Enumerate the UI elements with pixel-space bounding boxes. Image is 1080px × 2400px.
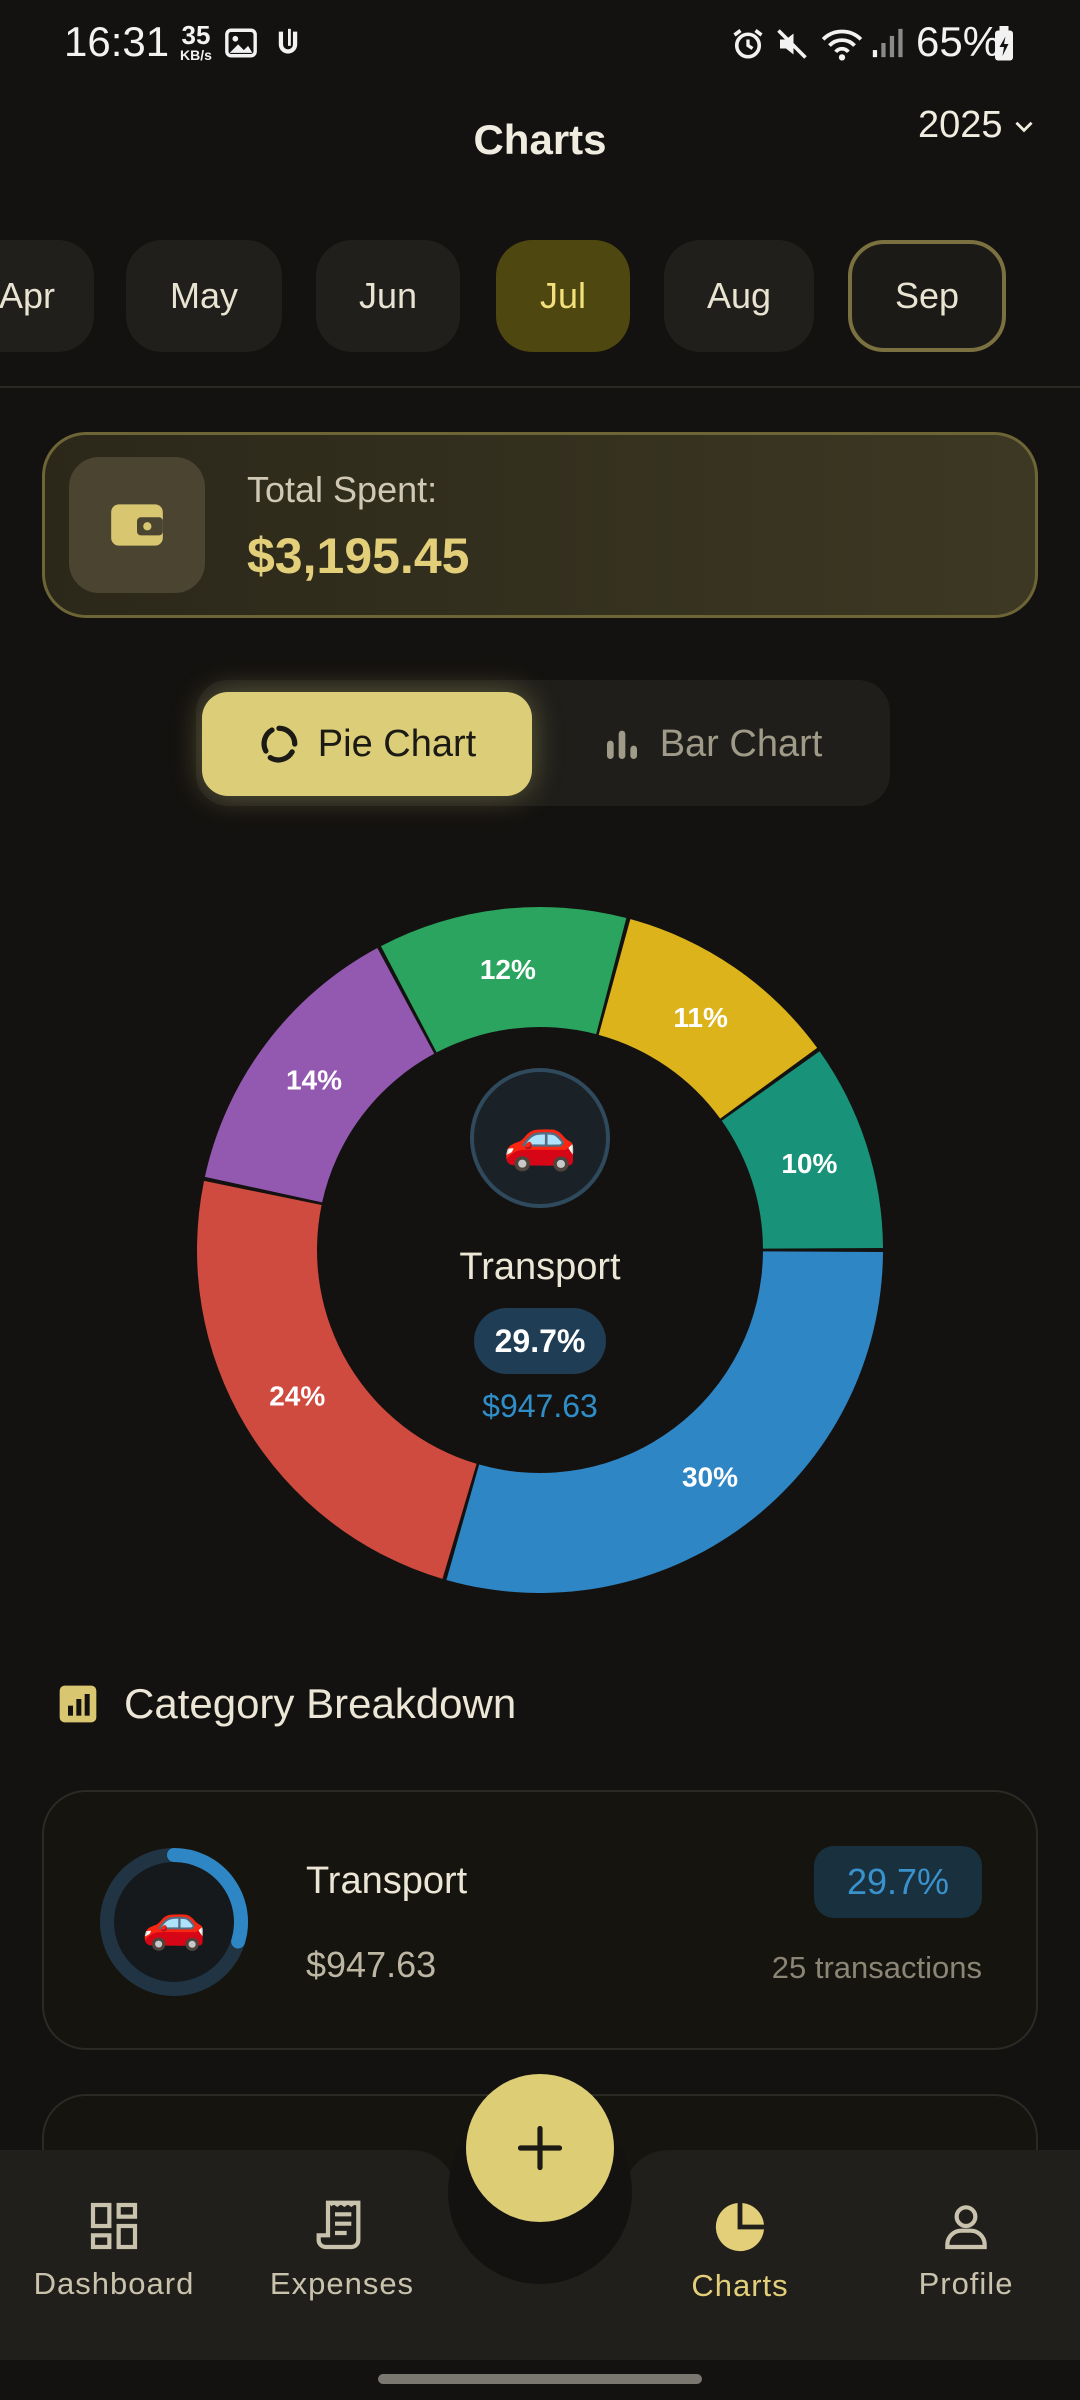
bar-chart-button[interactable]: Bar Chart: [552, 692, 872, 796]
donut-slice-label-entertainment: 11%: [673, 1002, 728, 1033]
status-time: 16:31: [64, 18, 170, 65]
bottom-navigation: Dashboard Expenses Charts Profile: [0, 2074, 1080, 2360]
donut-chart[interactable]: 30% 24% 14% 12% 11% 10% 🚗 Transport 29.7% $94…: [180, 890, 900, 1610]
chart-type-toggle[interactable]: Pie Chart Bar Chart: [196, 680, 890, 806]
pie-chart-icon: [261, 725, 298, 763]
selected-category-icon: 🚗: [470, 1068, 610, 1208]
selected-category-amount: $947.63: [482, 1388, 598, 1424]
pie-chart-label: Pie Chart: [317, 722, 477, 765]
month-chip-sep[interactable]: Sep: [848, 240, 1006, 352]
nav-dashboard-label: Dashboard: [33, 2266, 195, 2301]
pie-chart-icon: [715, 2202, 765, 2252]
month-selector[interactable]: Apr May Jun Jul Aug Sep: [0, 240, 1080, 356]
year-dropdown[interactable]: 2025: [918, 104, 1037, 147]
donut-slice-label-transport: 30%: [682, 1461, 738, 1492]
plus-icon: [517, 2125, 563, 2171]
gallery-icon: [224, 26, 258, 65]
category-progress-ring: 🚗: [94, 1842, 254, 2002]
battery-percent: 65%: [916, 18, 1001, 65]
wallet-icon: [111, 504, 163, 546]
total-spent-value: $3,195.45: [247, 528, 470, 584]
dashboard-icon: [90, 2202, 138, 2250]
nav-dashboard[interactable]: Dashboard: [4, 2198, 224, 2302]
selected-category-name: Transport: [459, 1246, 621, 1288]
total-spent-card: Total Spent: $3,195.45: [42, 432, 1038, 618]
nav-expenses-label: Expenses: [269, 2266, 415, 2301]
category-breakdown-title: Category Breakdown: [124, 1680, 517, 1727]
network-speed-value: 35: [181, 20, 211, 50]
chevron-down-icon: [1014, 121, 1033, 132]
nav-expenses[interactable]: Expenses: [232, 2198, 452, 2302]
month-chip-aug[interactable]: Aug: [664, 240, 814, 352]
person-icon: [945, 2205, 987, 2250]
add-expense-button[interactable]: [466, 2074, 614, 2222]
month-chip-jul[interactable]: Jul: [496, 240, 630, 352]
category-amount: $947.63: [306, 1944, 437, 1985]
car-icon: 🚗: [502, 1104, 578, 1172]
category-name: Transport: [306, 1860, 468, 1902]
selected-category-percent: 29.7%: [474, 1308, 606, 1374]
month-chip-jun[interactable]: Jun: [316, 240, 460, 352]
home-indicator[interactable]: [378, 2374, 702, 2384]
network-speed: 35 KB/s: [174, 22, 218, 62]
nav-charts[interactable]: Charts: [630, 2198, 850, 2304]
signal-icon: [870, 26, 904, 65]
donut-slice-label-shopping: 14%: [286, 1065, 342, 1096]
alarm-icon: [730, 26, 766, 67]
year-value: 2025: [918, 104, 1003, 146]
month-chip-may[interactable]: May: [126, 240, 282, 352]
header-divider: [0, 386, 1080, 388]
month-chip-apr[interactable]: Apr: [0, 240, 94, 352]
nav-charts-label: Charts: [691, 2268, 789, 2303]
network-speed-unit: KB/s: [180, 47, 212, 63]
bar-chart-label: Bar Chart: [659, 722, 823, 765]
car-icon: 🚗: [141, 1893, 207, 1952]
category-breakdown-header: Category Breakdown: [58, 1680, 516, 1728]
status-bar: 16:31 35 KB/s 65%: [0, 0, 1080, 90]
mute-icon: [774, 26, 810, 67]
pie-chart-button[interactable]: Pie Chart: [202, 692, 532, 796]
bar-chart-icon: [606, 730, 637, 759]
nav-profile[interactable]: Profile: [856, 2198, 1076, 2302]
battery-charging-icon: [992, 26, 1016, 67]
category-transaction-count: 25 transactions: [771, 1950, 982, 1985]
total-spent-label: Total Spent:: [247, 469, 438, 510]
nav-profile-label: Profile: [918, 2266, 1014, 2301]
donut-slice-label-food: 12%: [480, 954, 536, 985]
app-notification-icon: [276, 26, 300, 65]
receipt-icon: [316, 2200, 361, 2250]
category-percent-badge: 29.7%: [814, 1846, 982, 1918]
wallet-icon-box: [69, 457, 205, 593]
category-card-transport[interactable]: 🚗 Transport $947.63 29.7% 25 transaction…: [42, 1790, 1038, 2050]
wifi-icon: [820, 26, 864, 67]
analytics-icon: [59, 1685, 97, 1723]
donut-slice-label-health: 10%: [781, 1148, 837, 1179]
